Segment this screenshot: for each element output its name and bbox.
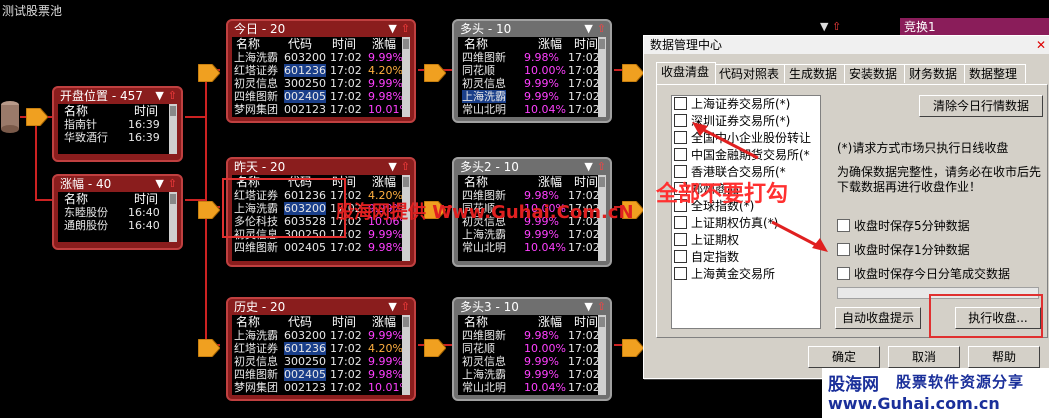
table-row[interactable]: 同花顺 10.00% 17:02 [458, 64, 606, 77]
panel-header: 多头 - 10 ▼ ⇧ [460, 21, 606, 37]
table-row[interactable]: 上海洗霸 603200 17:02 9.99% [232, 329, 410, 342]
table-row[interactable]: 四维图新 002405 17:02 9.98% [232, 241, 410, 254]
table-row[interactable]: 梦网集团 002123 17:02 10.01% [232, 103, 410, 116]
dialog-titlebar: 数据管理中心 ✕ [644, 36, 1049, 54]
tab-generate-data[interactable]: 生成数据 [784, 64, 846, 83]
close-icon[interactable]: ✕ [1036, 36, 1046, 54]
table-row[interactable]: 常山北明 10.04% 17:02 [458, 241, 606, 254]
tab-data-cleanup[interactable]: 数据整理 [964, 64, 1026, 83]
table-row[interactable]: 常山北明 10.04% 17:02 [458, 103, 606, 116]
filter-arrow-node[interactable] [424, 64, 446, 82]
checkbox[interactable] [674, 267, 687, 280]
panel-header: 今日 - 20 ▼ ⇧ [234, 21, 410, 37]
table-row[interactable]: 初灵信息 300250 17:02 9.99% [232, 77, 410, 90]
table-row[interactable]: 常山北明 10.04% 17:02 [458, 381, 606, 394]
panel-menu-icon[interactable]: ▼ ⇧ [584, 21, 606, 37]
table-row[interactable]: 上海洗霸 9.99% 17:02 [458, 228, 606, 241]
checkbox[interactable] [674, 216, 687, 229]
table-row[interactable]: 四维图新 002405 17:02 9.98% [232, 368, 410, 381]
checkbox[interactable] [837, 219, 850, 232]
tab-close-market[interactable]: 收盘清盘 [656, 62, 716, 84]
filter-arrow-node[interactable] [198, 339, 220, 357]
checkbox[interactable] [674, 250, 687, 263]
panel-open-position[interactable]: 开盘位置 - 457 ▼ ⇧ 名称 时间 指南针 16:39 华致酒行 16:39 [52, 86, 183, 162]
table-row[interactable]: 四维图新 002405 17:02 9.98% [232, 90, 410, 103]
table-row[interactable]: 四维图新 9.98% 17:02 [458, 329, 606, 342]
table-row[interactable]: 通朗股份 16:40 [58, 219, 177, 232]
option-save-5min[interactable]: 收盘时保存5分钟数据 [837, 217, 970, 234]
panel-menu-icon[interactable]: ▼ ⇧ [388, 299, 410, 315]
panel-header: 昨天 - 20 ▼ ⇧ [234, 159, 410, 175]
panel-menu-icon[interactable]: ▼ ⇧ [388, 21, 410, 37]
filter-arrow-node[interactable] [622, 64, 644, 82]
dialog-title: 数据管理中心 [650, 38, 723, 52]
clear-today-data-button[interactable]: 清除今日行情数据 [919, 95, 1043, 117]
checkbox[interactable] [674, 97, 687, 110]
checkbox[interactable] [837, 267, 850, 280]
panel-header: 开盘位置 - 457 ▼ ⇧ [60, 88, 177, 104]
option-save-ticks[interactable]: 收盘时保存今日分笔成交数据 [837, 265, 1010, 282]
panel-menu-icon[interactable]: ▼ ⇧ [155, 88, 177, 104]
option-save-1min[interactable]: 收盘时保存1分钟数据 [837, 241, 970, 258]
filter-arrow-node[interactable] [622, 339, 644, 357]
panel-header: 历史 - 20 ▼ ⇧ [234, 299, 410, 315]
note-request-mode: (*)请求方式市场只执行日线收盘 [837, 141, 1009, 155]
help-button[interactable]: 帮助 [968, 346, 1040, 368]
panel-header: 多头2 - 10 ▼ ⇧ [460, 159, 606, 175]
list-item[interactable]: 上海证券交易所(*) [672, 96, 820, 113]
cancel-button[interactable]: 取消 [888, 346, 960, 368]
panel-menu-icon[interactable]: ▼ ⇧ [155, 176, 177, 192]
panel-menu-icon[interactable]: ▼ ⇧ [820, 20, 841, 33]
filter-arrow-node[interactable] [198, 64, 220, 82]
panel-rise[interactable]: 涨幅 - 40 ▼ ⇧ 名称 时间 东睦股份 16:40 通朗股份 16:40 [52, 174, 183, 250]
tab-finance-data[interactable]: 财务数据 [904, 64, 966, 83]
filter-arrow-node[interactable] [26, 108, 48, 126]
table-row[interactable]: 上海洗霸 9.99% 17:02 [458, 368, 606, 381]
annotation-arrow-icon [692, 122, 759, 160]
ok-button[interactable]: 确定 [808, 346, 880, 368]
annotation-box [929, 294, 1043, 338]
filter-arrow-node[interactable] [424, 339, 446, 357]
table-row[interactable]: 红塔证券 601236 17:02 4.20% [232, 64, 410, 77]
panel-today[interactable]: 今日 - 20 ▼ ⇧ 名称 代码 时间 涨幅 上海洗霸 603200 17:02 9.99% … [226, 19, 416, 123]
auto-close-prompt-button[interactable]: 自动收盘提示 [835, 307, 921, 329]
panel-menu-icon[interactable]: ▼ ⇧ [584, 159, 606, 175]
table-row[interactable]: 初灵信息 300250 17:02 9.99% [232, 355, 410, 368]
table-row[interactable]: 指南针 16:39 [58, 118, 177, 131]
panel-long-3[interactable]: 多头3 - 10 ▼ ⇧ 名称 涨幅 时间 四维图新 9.98% 17:02 同花顺 10.0… [452, 297, 612, 401]
table-row[interactable]: 初灵信息 9.99% 17:02 [458, 355, 606, 368]
table-row[interactable]: 红塔证券 601236 17:02 4.20% [232, 342, 410, 355]
table-row[interactable]: 同花顺 10.00% 17:02 [458, 342, 606, 355]
database-icon [0, 100, 20, 134]
panel-menu-icon[interactable]: ▼ ⇧ [388, 159, 410, 175]
checkbox[interactable] [674, 131, 687, 144]
panel-long-1[interactable]: 多头 - 10 ▼ ⇧ 名称 涨幅 时间 四维图新 9.98% 17:02 同花顺 10.00… [452, 19, 612, 123]
right-panel-header: 竞换1 [900, 18, 1049, 36]
table-row[interactable]: 东睦股份 16:40 [58, 206, 177, 219]
checkbox[interactable] [837, 243, 850, 256]
filter-arrow-node[interactable] [198, 201, 220, 219]
table-row[interactable]: 初灵信息 9.99% 17:02 [458, 77, 606, 90]
panel-header: 涨幅 - 40 ▼ ⇧ [60, 176, 177, 192]
table-row[interactable]: 梦网集团 002123 17:02 10.01% [232, 381, 410, 394]
checkbox[interactable] [674, 114, 687, 127]
table-row[interactable]: 华致酒行 16:39 [58, 131, 177, 144]
table-row[interactable]: 四维图新 9.98% 17:02 [458, 51, 606, 64]
annotation-arrow-icon [771, 220, 828, 252]
watermark-text: 股海网提供 Www.Guhai.Com.cN [336, 202, 634, 223]
annotation-note: 全部不要打勾 [656, 182, 789, 207]
panel-menu-icon[interactable]: ▼ ⇧ [584, 299, 606, 315]
table-row[interactable]: 上海洗霸 603200 17:02 9.99% [232, 51, 410, 64]
checkbox[interactable] [674, 233, 687, 246]
site-logo: 股海网 股票软件资源分享 www.Guhai.com.cn [822, 368, 1049, 418]
annotation-box [222, 178, 346, 238]
panel-history[interactable]: 历史 - 20 ▼ ⇧ 名称 代码 时间 涨幅 上海洗霸 603200 17:02 9.99% … [226, 297, 416, 401]
panel-header: 多头3 - 10 ▼ ⇧ [460, 299, 606, 315]
checkbox[interactable] [674, 148, 687, 161]
list-item[interactable]: 上海黄金交易所 [672, 266, 820, 283]
tab-install-data[interactable]: 安装数据 [844, 64, 906, 83]
tab-code-table[interactable]: 代码对照表 [714, 64, 786, 83]
table-row[interactable]: 上海洗霸 9.99% 17:02 [458, 90, 606, 103]
note-integrity: 为确保数据完整性，请务必在收市后先下载数据再进行收盘作业！ [837, 165, 1042, 194]
